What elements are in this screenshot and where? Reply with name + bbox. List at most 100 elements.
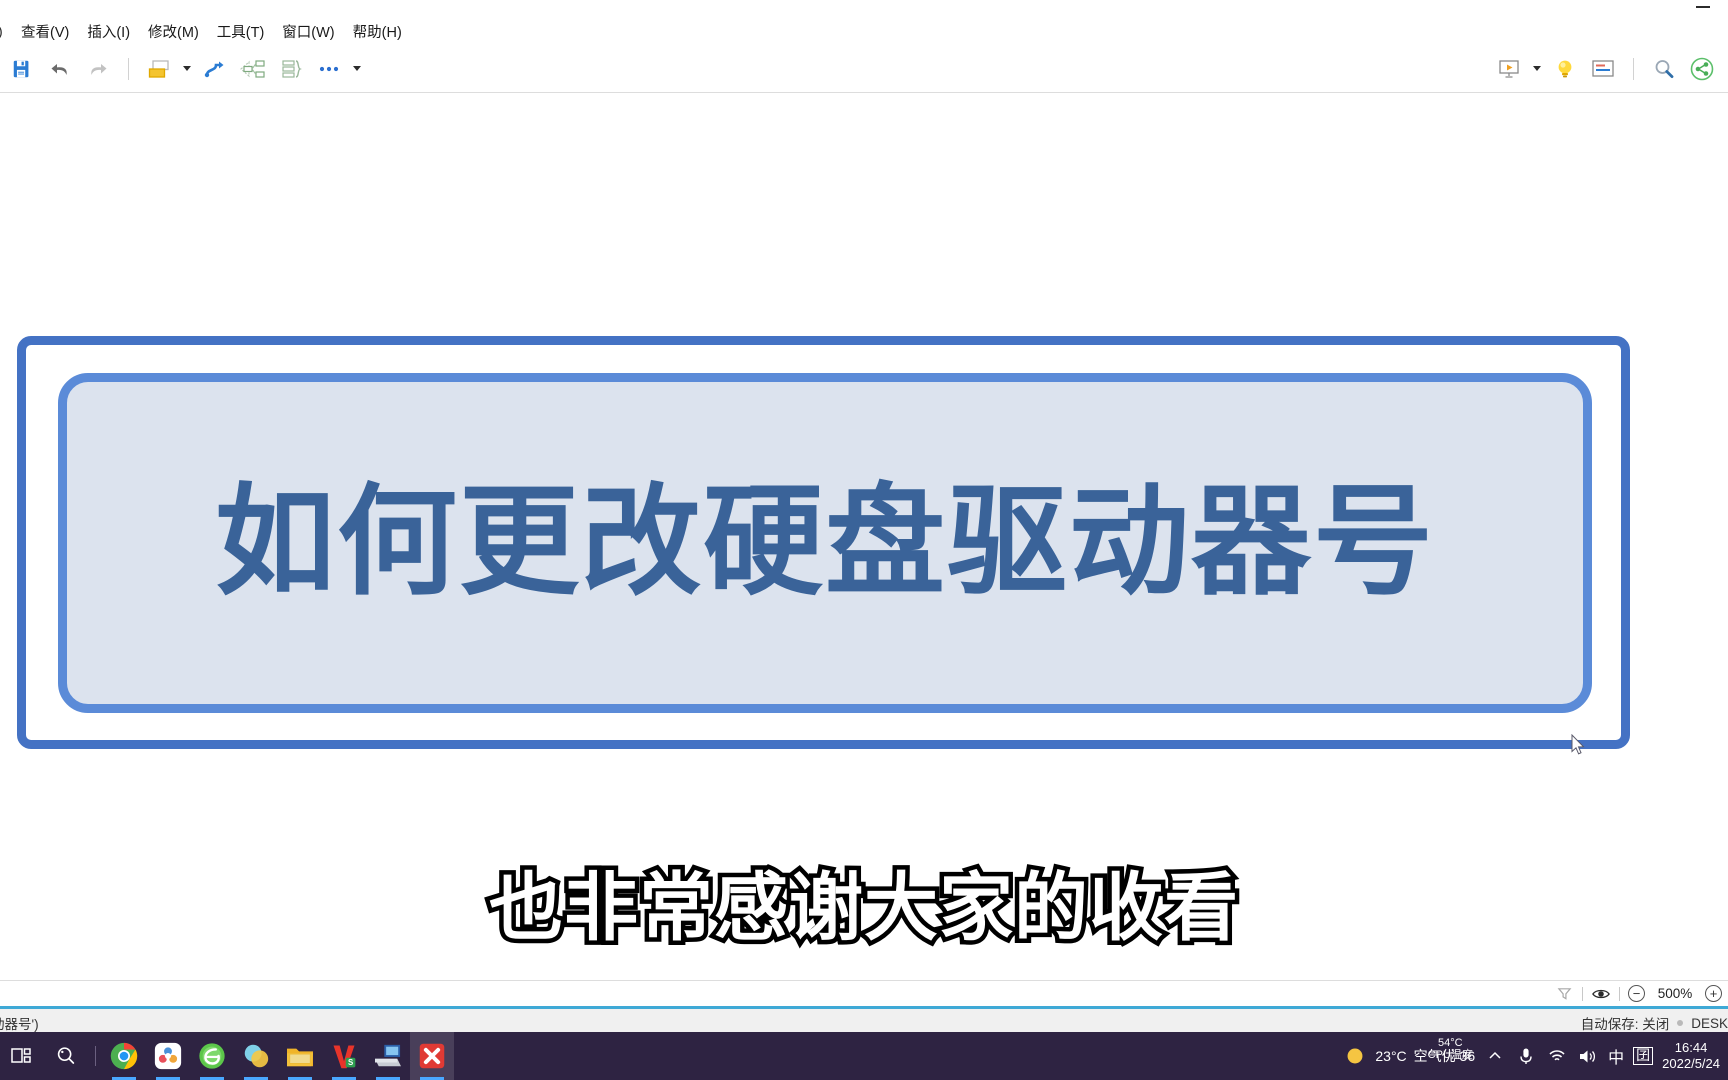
slide-title-frame-outer[interactable]: 如何更改硬盘驱动器号 — [17, 336, 1630, 749]
wifi-button[interactable] — [1546, 1045, 1568, 1067]
undo-button[interactable] — [42, 51, 78, 87]
toolbar-divider-2 — [1633, 57, 1634, 80]
taskbar-app-xmind[interactable] — [410, 1032, 454, 1080]
outline-button[interactable] — [273, 51, 309, 87]
share-icon — [1690, 57, 1714, 80]
statusbar-secondary-right: 自动保存: 关闭 DESK — [1581, 1013, 1728, 1033]
cloud-notes-icon — [154, 1042, 182, 1070]
search-icon — [57, 1047, 75, 1064]
statusbar: − 500% + — [0, 980, 1728, 1006]
taskbar-app-wps[interactable]: S — [322, 1032, 366, 1080]
status-dot-separator — [1677, 1020, 1684, 1026]
taskbar-app-scanner[interactable] — [366, 1032, 410, 1080]
weather-temp-label[interactable]: 23°C — [1375, 1048, 1406, 1064]
taskbar-app-chrome[interactable] — [102, 1032, 146, 1080]
taskbar: S 23°C 空气优 36 54°C CPU温度 中 囝 16:44 2022/… — [0, 1032, 1728, 1080]
search-icon — [1655, 59, 1674, 78]
chrome-icon — [110, 1042, 138, 1070]
statusbar-divider-2 — [1619, 986, 1620, 1001]
tray-overflow-button[interactable] — [1484, 1045, 1506, 1067]
taskbar-search-button[interactable] — [44, 1032, 88, 1080]
clock-time: 16:44 — [1674, 1039, 1708, 1055]
taskbar-app-file-explorer[interactable] — [278, 1032, 322, 1080]
smartart-button[interactable] — [235, 51, 271, 87]
lightbulb-button[interactable] — [1547, 51, 1583, 87]
transition-button[interactable] — [197, 51, 233, 87]
slide-title-text[interactable]: 如何更改硬盘驱动器号 — [215, 483, 1435, 603]
eye-toggle-button[interactable] — [1591, 984, 1611, 1004]
undo-icon — [51, 63, 67, 75]
statusbar-right-group: − 500% + — [1554, 984, 1722, 1004]
more-commands-button[interactable] — [311, 51, 347, 87]
svg-text:S: S — [348, 1058, 353, 1067]
zoom-out-button[interactable]: − — [1628, 985, 1645, 1002]
ime-toolbox-button[interactable]: 囝 — [1633, 1047, 1654, 1065]
cpu-temp-value: 54°C — [1438, 1037, 1463, 1049]
weather-sun-icon[interactable] — [1344, 1045, 1366, 1067]
device-name-label: DESK — [1691, 1015, 1728, 1031]
taskbar-clock[interactable]: 16:44 2022/5/24 — [1662, 1040, 1720, 1073]
redo-button[interactable] — [80, 51, 116, 87]
video-caption-text: 也非常感谢大家的收看 — [485, 865, 1243, 951]
slideshow-button[interactable] — [1491, 51, 1527, 87]
scanner-icon — [375, 1044, 401, 1067]
ime-mode-button[interactable]: 中 — [1608, 1044, 1624, 1068]
volume-button[interactable] — [1577, 1045, 1599, 1067]
microphone-icon — [1520, 1048, 1532, 1064]
zoom-level-label[interactable]: 500% — [1653, 986, 1697, 1001]
filter-button[interactable] — [1554, 984, 1574, 1004]
task-view-button[interactable] — [0, 1032, 44, 1080]
status-formula-text: 盘驱动器号') — [0, 1017, 39, 1032]
bubbles-icon — [244, 1044, 269, 1068]
slide-canvas[interactable]: 如何更改硬盘驱动器号 也非常感谢大家的收看 — [0, 93, 1728, 980]
browser-360-icon — [199, 1043, 225, 1069]
slideshow-dropdown-caret[interactable] — [1529, 51, 1545, 87]
zoom-in-button[interactable]: + — [1705, 985, 1722, 1002]
filter-icon — [1557, 988, 1571, 1000]
share-button[interactable] — [1684, 51, 1720, 87]
transition-icon — [204, 61, 224, 77]
wps-icon: S — [333, 1045, 356, 1069]
menu-item-view[interactable]: 查看(V) — [12, 19, 78, 44]
menu-item-insert[interactable]: 插入(I) — [78, 19, 139, 44]
cpu-temp-overlay[interactable]: 54°C CPU温度 — [1427, 1037, 1473, 1061]
chevron-up-icon — [1489, 1051, 1501, 1059]
more-icon — [319, 66, 339, 71]
slide-title-frame-inner[interactable]: 如何更改硬盘驱动器号 — [58, 373, 1592, 713]
smartart-icon — [240, 59, 265, 78]
menu-item-help[interactable]: 帮助(H) — [344, 19, 411, 44]
eye-icon — [1592, 989, 1610, 998]
presenter-notes-button[interactable] — [1585, 51, 1621, 87]
statusbar-divider-1 — [1582, 986, 1583, 1001]
more-dropdown-caret[interactable] — [349, 51, 365, 87]
folder-icon — [287, 1048, 313, 1067]
menu-item-modify[interactable]: 修改(M) — [139, 19, 208, 44]
cpu-temp-label: CPU温度 — [1427, 1048, 1473, 1061]
new-slide-button[interactable] — [141, 51, 177, 87]
save-button[interactable] — [4, 51, 40, 87]
taskbar-divider — [88, 1045, 102, 1067]
menubar: ) 查看(V) 插入(I) 修改(M) 工具(T) 窗口(W) 帮助(H) — [0, 17, 1728, 45]
presenter-notes-icon — [1592, 59, 1614, 77]
autosave-status-label[interactable]: 自动保存: 关闭 — [1581, 1013, 1670, 1033]
taskbar-app-cloud-notes[interactable] — [146, 1032, 190, 1080]
toolbar-right-group — [1491, 51, 1720, 87]
lightbulb-icon — [1558, 60, 1572, 77]
new-slide-icon — [148, 59, 169, 78]
window-minimize-button[interactable] — [1696, 6, 1710, 8]
taskbar-app-bubbles[interactable] — [234, 1032, 278, 1080]
red-x-icon — [419, 1043, 445, 1069]
microphone-button[interactable] — [1515, 1045, 1537, 1067]
menu-truncated-item[interactable]: ) — [0, 24, 6, 38]
new-slide-dropdown-caret[interactable] — [179, 51, 195, 87]
redo-icon — [91, 63, 107, 75]
menu-item-window[interactable]: 窗口(W) — [273, 19, 343, 44]
clock-date: 2022/5/24 — [1662, 1056, 1720, 1071]
statusbar-secondary: 盘驱动器号') 自动保存: 关闭 DESK — [0, 1006, 1728, 1032]
task-view-icon — [11, 1048, 31, 1063]
taskbar-app-360-browser[interactable] — [190, 1032, 234, 1080]
search-button[interactable] — [1646, 51, 1682, 87]
weather-air-quality-label[interactable]: 空气优 36 54°C CPU温度 — [1414, 1037, 1475, 1066]
system-tray: 23°C 空气优 36 54°C CPU温度 中 囝 16:44 2022/5/… — [1344, 1032, 1728, 1080]
menu-item-tools[interactable]: 工具(T) — [208, 19, 274, 44]
